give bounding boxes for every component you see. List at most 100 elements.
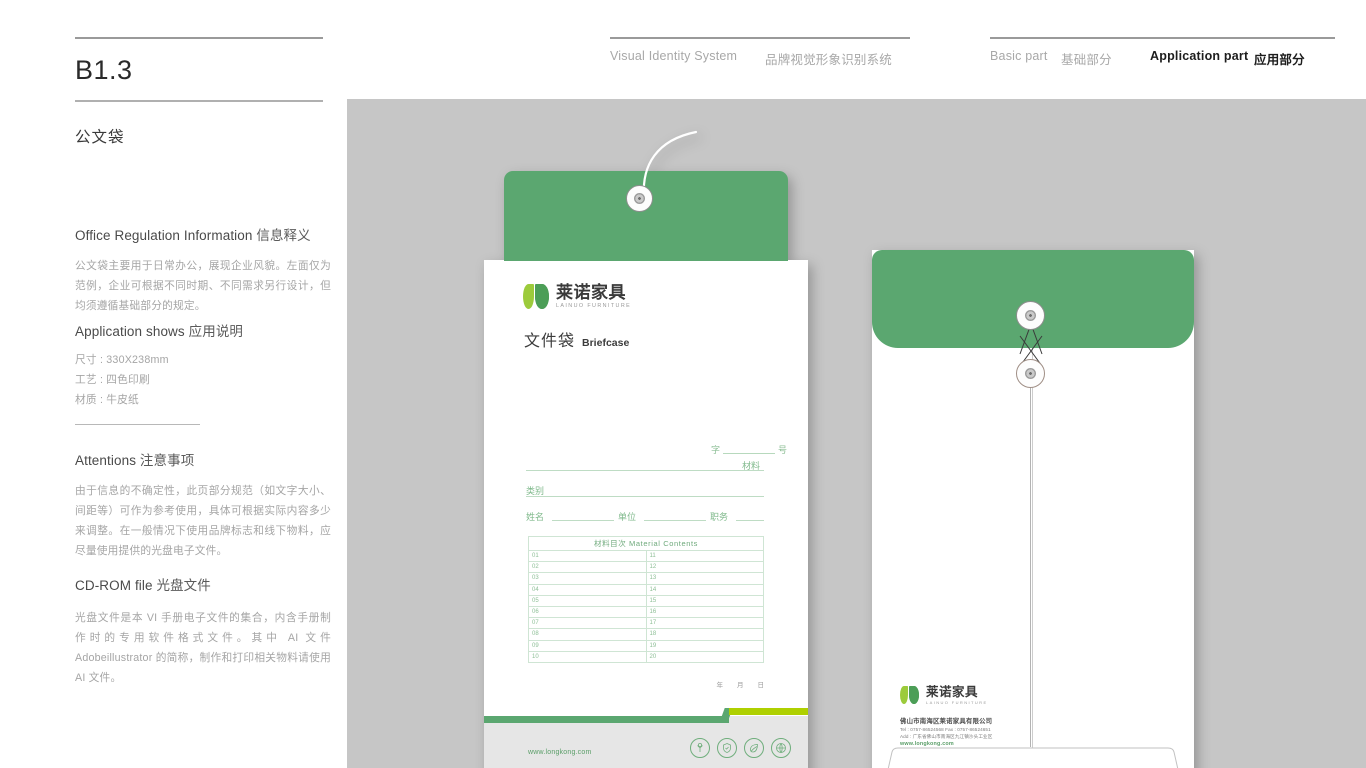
table-cell: 16 <box>645 605 764 619</box>
heading-en: CD-ROM file <box>75 578 153 593</box>
heading-cn: 注意事项 <box>139 453 195 468</box>
field-line-unit <box>644 520 706 521</box>
field-label-category: 类别 <box>526 486 545 496</box>
closure-button-back-top <box>1016 301 1045 330</box>
heading-en: Office Regulation Information <box>75 228 253 243</box>
table-cell: 05 <box>528 594 647 607</box>
table-row: 03 13 <box>528 572 764 585</box>
leaf-dark-shape <box>535 284 549 310</box>
nav-basic-part-cn[interactable]: 基础部分 <box>1061 49 1112 68</box>
table-cell: 12 <box>645 561 764 574</box>
table-cell: 06 <box>528 605 647 619</box>
footer-website: www.longkong.com <box>528 749 592 756</box>
field-line-position <box>736 520 764 521</box>
table-cell: 01 <box>528 549 647 563</box>
vi-manual-page: Visual Identity System 品牌视觉形象识别系统 Basic … <box>0 0 1366 768</box>
block-heading: Attentions 注意事项 <box>75 449 331 469</box>
leaf-light-shape <box>523 284 534 310</box>
table-row: 07 17 <box>528 617 764 630</box>
sidebar-divider <box>75 424 200 425</box>
field-label-material: 材料 <box>742 461 761 471</box>
globe-icon <box>771 738 791 758</box>
table-cell: 14 <box>645 583 764 596</box>
envelope-back-mockup: 莱诺家具 LAINUO FURNITURE 佛山市南海区莱诺家具有限公司 Tel… <box>872 250 1194 768</box>
brand-name-en: LAINUO FURNITURE <box>926 699 988 705</box>
nav-application-part-en[interactable]: Application part <box>1150 49 1248 63</box>
page-title: 公文袋 <box>75 129 125 146</box>
header-rule-middle <box>610 37 910 39</box>
table-cell: 10 <box>528 650 647 663</box>
field-line-material <box>526 470 764 471</box>
nav-application-part-cn[interactable]: 应用部分 <box>1254 49 1305 68</box>
spec-process: 工艺 : 四色印刷 <box>75 374 150 386</box>
table-cell: 18 <box>645 628 764 641</box>
spec-material: 材质 : 牛皮纸 <box>75 394 139 406</box>
code-underline <box>75 100 323 102</box>
brand-logo-front: 莱诺家具 LAINUO FURNITURE <box>523 283 631 310</box>
heading-cn: 光盘文件 <box>156 578 211 593</box>
table-cell: 15 <box>645 594 764 607</box>
table-header-row: 材料目次 Material Contents <box>528 536 764 551</box>
block-heading: Office Regulation Information 信息释义 <box>75 224 331 244</box>
table-cell: 03 <box>528 572 647 585</box>
field-label-position: 职务 <box>710 512 729 522</box>
table-row: 10 20 <box>528 650 764 663</box>
heading-cn: 信息释义 <box>256 228 311 243</box>
table-row: 01 11 <box>528 549 764 563</box>
footer-stripe-lime <box>729 708 808 715</box>
block-cdrom-file: CD-ROM file 光盘文件 光盘文件是本 VI 手册电子文件的集合，内含手… <box>75 574 331 688</box>
field-label-name: 姓名 <box>526 512 545 522</box>
tree-recycle-icon <box>690 738 710 758</box>
envelope-title-cn: 文件袋 <box>524 333 576 350</box>
table-row: 02 12 <box>528 561 764 574</box>
leaf-dark-shape <box>909 686 919 705</box>
date-day: 日 <box>757 682 765 689</box>
brand-logo-back: 莱诺家具 LAINUO FURNITURE <box>900 686 988 705</box>
heading-en: Application shows <box>75 324 185 339</box>
company-website: www.longkong.com <box>900 740 954 747</box>
table-cell: 02 <box>528 561 647 574</box>
field-line-category <box>526 496 764 497</box>
zi-hao-blank-line <box>723 453 775 454</box>
block-application-shows: Application shows 应用说明 尺寸 : 330X238mm 工艺… <box>75 320 331 410</box>
company-contact-block: 佛山市南海区莱诺家具有限公司 Tel : 0757-86524568 Fax :… <box>900 718 992 748</box>
leaf-logo-icon <box>900 686 919 705</box>
mockup-stage: 莱诺家具 LAINUO FURNITURE 文件袋 Briefcase 字 号 … <box>347 99 1366 768</box>
closure-button-back-bottom <box>1016 359 1045 388</box>
table-cell: 13 <box>645 572 764 585</box>
block-body: 公文袋主要用于日常办公，展现企业风貌。左面仅为范例，企业可根据不同时期、不同需求… <box>75 260 331 312</box>
page-code: B1.3 <box>75 55 133 85</box>
envelope-title: 文件袋 Briefcase <box>524 327 629 351</box>
envelope-back-seam <box>1032 348 1033 768</box>
block-heading: CD-ROM file 光盘文件 <box>75 574 331 594</box>
header-rule-left <box>75 37 323 39</box>
block-office-regulation: Office Regulation Information 信息释义 公文袋主要… <box>75 224 331 316</box>
eco-icon-group <box>690 738 791 758</box>
table-cell: 20 <box>645 650 764 663</box>
heading-en: Attentions <box>75 453 137 468</box>
footer-stripe-green <box>484 716 729 723</box>
block-heading: Application shows 应用说明 <box>75 320 331 340</box>
table-cell: 09 <box>528 639 647 652</box>
block-body: 光盘文件是本 VI 手册电子文件的集合，内含手册制作时的专用软件格式文件。其中 … <box>75 612 331 684</box>
zi-hao-field: 字 号 <box>711 443 787 456</box>
leaf-light-shape <box>900 686 908 705</box>
zi-label: 字 <box>711 445 721 455</box>
envelope-front-mockup: 莱诺家具 LAINUO FURNITURE 文件袋 Briefcase 字 号 … <box>484 130 808 768</box>
header-vis-en: Visual Identity System <box>610 49 738 63</box>
spec-size: 尺寸 : 330X238mm <box>75 354 169 366</box>
table-row: 05 15 <box>528 594 764 607</box>
date-month: 月 <box>737 682 744 689</box>
envelope-title-en: Briefcase <box>582 337 630 349</box>
field-line-name <box>552 520 614 521</box>
bottom-flap-outline <box>887 747 1179 768</box>
shield-check-icon <box>717 738 737 758</box>
table-row: 09 19 <box>528 639 764 652</box>
date-year: 年 <box>716 682 724 689</box>
table-row: 08 18 <box>528 628 764 641</box>
brand-name-cn: 莱诺家具 <box>556 283 626 302</box>
header-rule-right <box>990 37 1335 39</box>
nav-basic-part-en[interactable]: Basic part <box>990 49 1048 63</box>
table-cell: 08 <box>528 628 647 641</box>
brand-name-cn: 莱诺家具 <box>926 685 979 699</box>
